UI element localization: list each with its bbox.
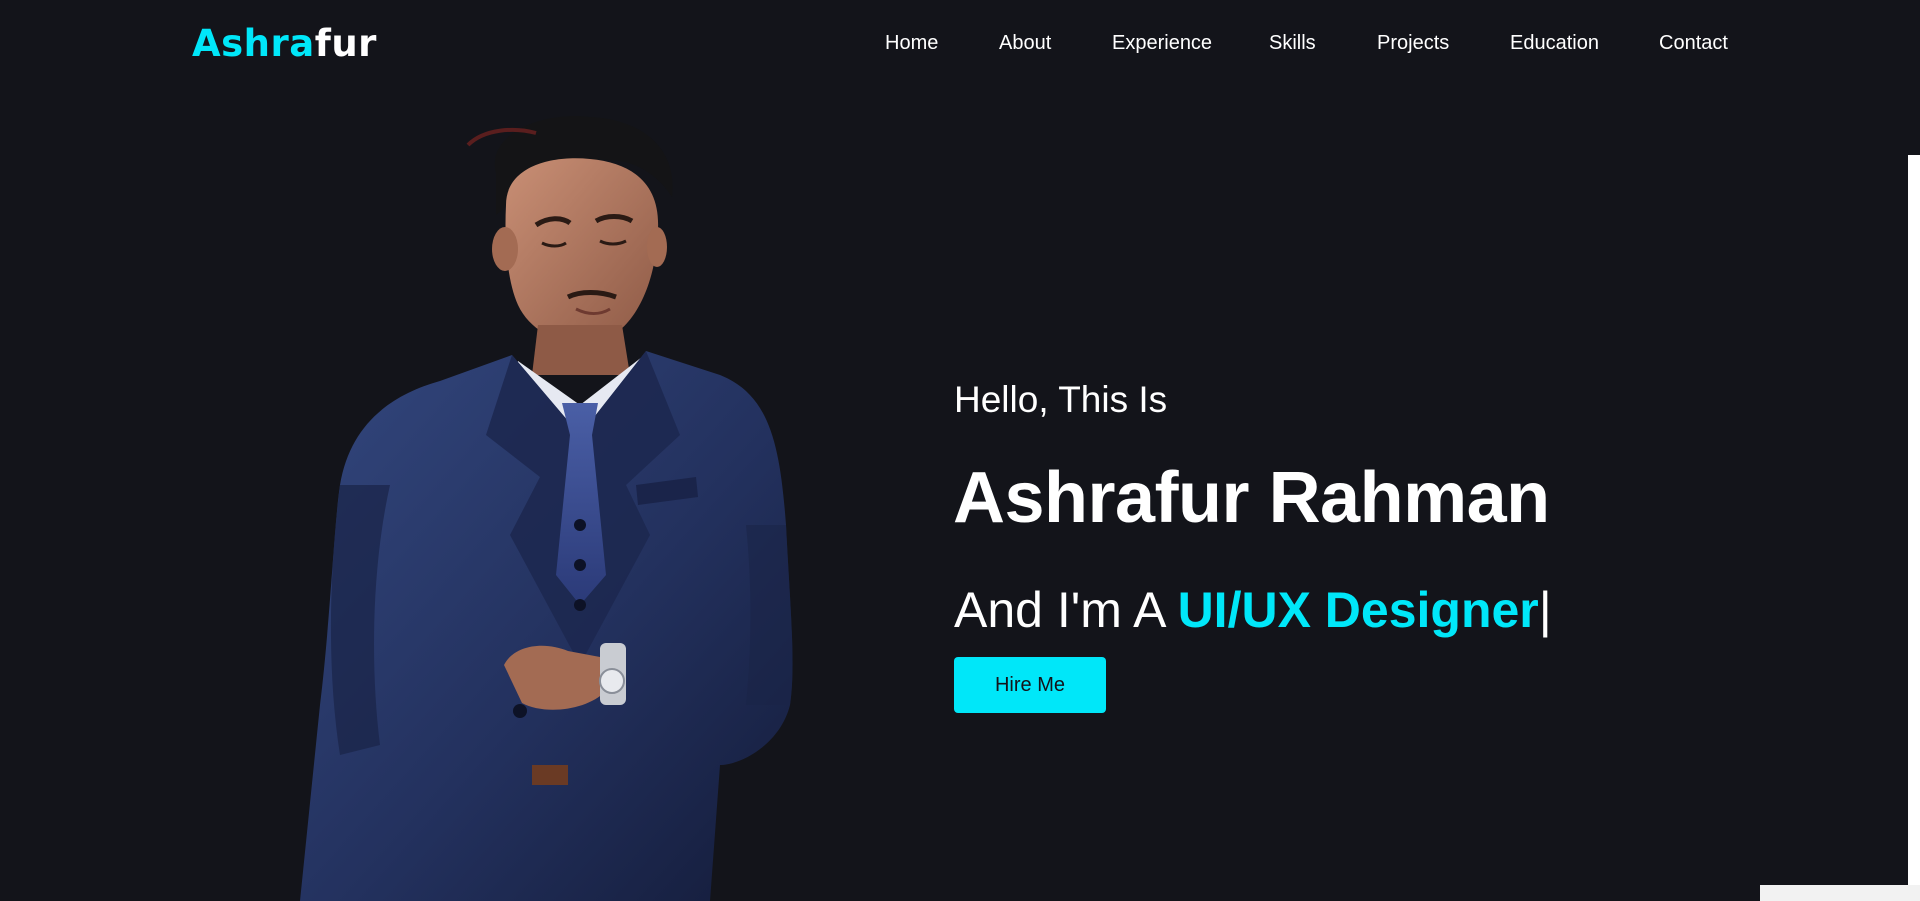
nav-link-experience[interactable]: Experience xyxy=(1112,30,1212,56)
tagline-prefix: And I'm A xyxy=(954,582,1178,638)
nav-link-projects[interactable]: Projects xyxy=(1377,30,1449,56)
bottom-edge-panel xyxy=(1760,885,1920,901)
hire-me-button[interactable]: Hire Me xyxy=(954,657,1106,713)
hero-greeting: Hello, This Is xyxy=(954,379,1168,420)
typing-cursor: | xyxy=(1538,582,1552,638)
nav-link-education[interactable]: Education xyxy=(1510,30,1599,56)
navbar: Ashrafur Home About Experience Skills Pr… xyxy=(0,0,1920,86)
logo-rest-text: fur xyxy=(314,22,377,65)
nav-link-home[interactable]: Home xyxy=(885,30,938,56)
hero-portrait-image xyxy=(300,116,793,901)
nav-link-contact[interactable]: Contact xyxy=(1659,30,1728,56)
nav-link-skills[interactable]: Skills xyxy=(1269,30,1316,56)
site-logo[interactable]: Ashrafur xyxy=(192,22,377,66)
nav-link-about[interactable]: About xyxy=(999,30,1051,56)
right-edge-panel xyxy=(1908,155,1920,890)
hero-tagline: And I'm A UI/UX Designer| xyxy=(954,580,1552,640)
logo-accent-text: Ashra xyxy=(192,22,315,65)
tagline-role: UI/UX Designer xyxy=(1177,582,1539,638)
hero-name-heading: Ashrafur Rahman xyxy=(953,458,1550,538)
